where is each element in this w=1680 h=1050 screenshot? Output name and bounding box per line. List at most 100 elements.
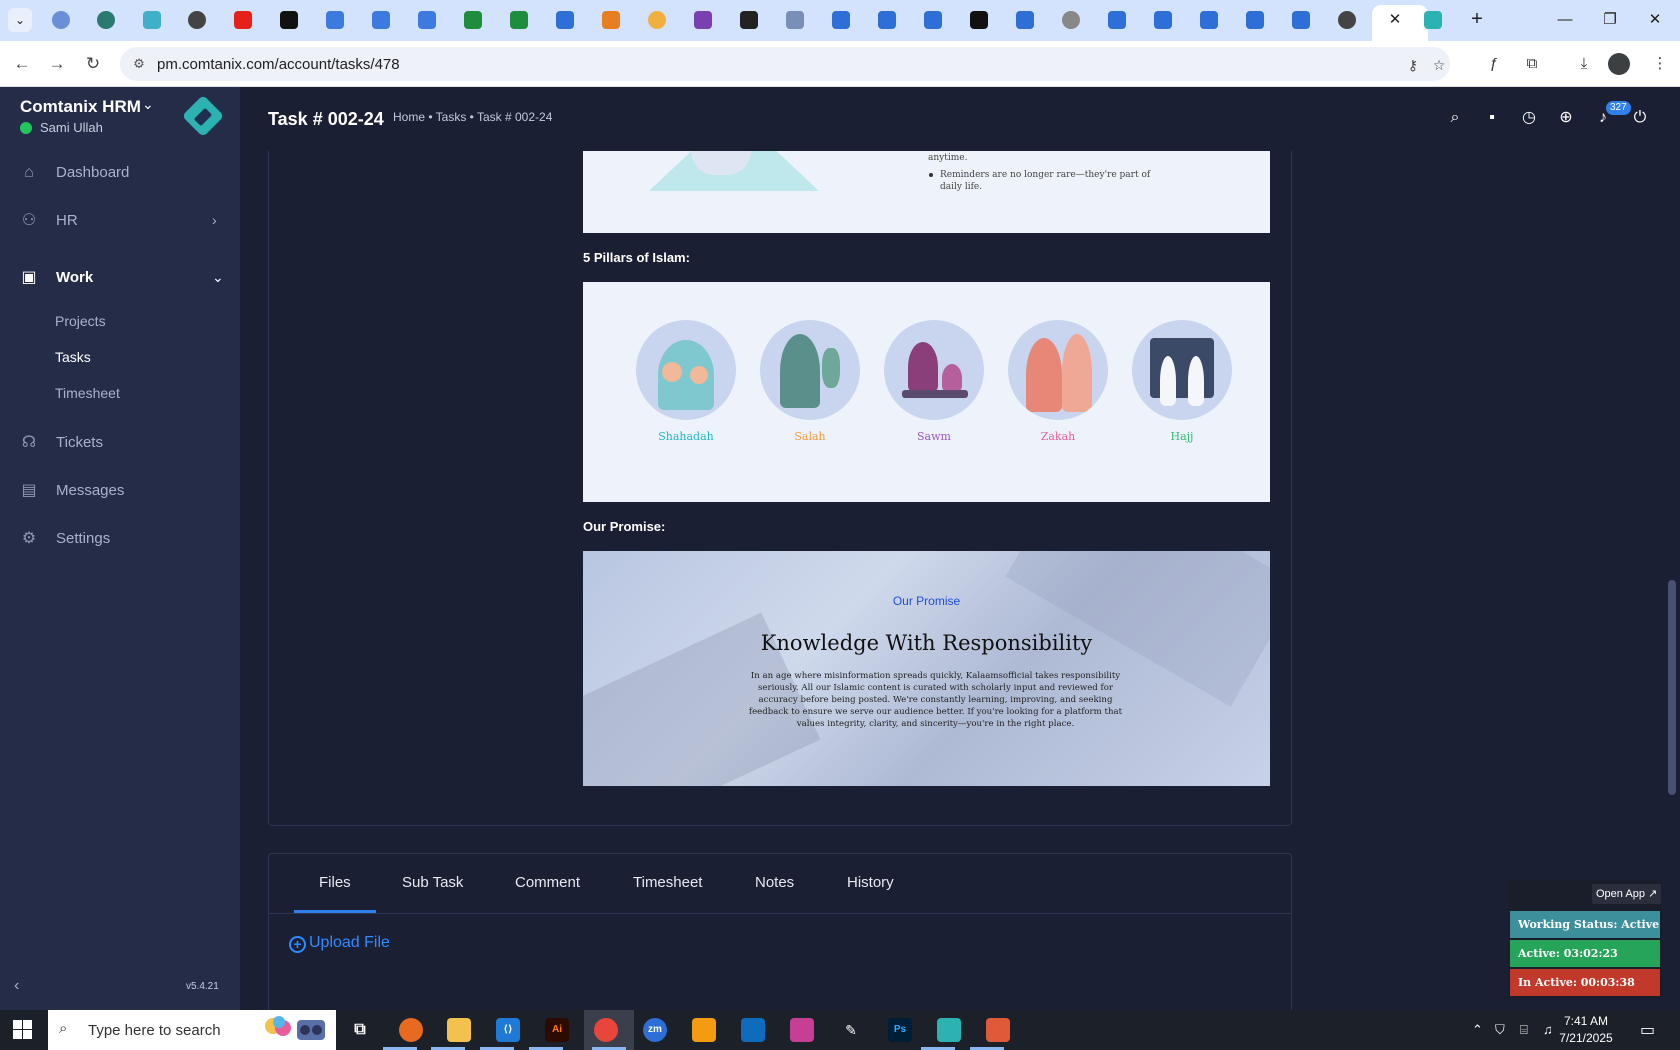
outlook-icon[interactable] (741, 1018, 765, 1042)
tab-favicon[interactable] (878, 11, 896, 29)
sidebar-item-tickets[interactable]: ☊ Tickets (0, 423, 240, 463)
breadcrumb[interactable]: Home • Tasks • Task # 002-24 (393, 110, 552, 124)
tab-sub-task[interactable]: Sub Task (402, 874, 463, 891)
clock-icon[interactable]: ◷ (1518, 107, 1540, 129)
extensions-puzzle-icon[interactable]: ⧉ (1520, 52, 1544, 76)
tab-favicon[interactable] (1424, 11, 1442, 29)
url-text[interactable]: pm.comtanix.com/account/tasks/478 (157, 56, 400, 73)
tab-favicon[interactable] (143, 11, 161, 29)
open-app-button[interactable]: Open App ↗ (1592, 884, 1662, 904)
tab-favicon[interactable] (52, 11, 70, 29)
extension-icon[interactable]: ƒ (1482, 52, 1506, 76)
sidebar-item-settings[interactable]: ⚙ Settings (0, 519, 240, 559)
menu-kebab-icon[interactable]: ⋮ (1648, 52, 1672, 76)
download-icon[interactable]: ⤓ (1572, 52, 1596, 76)
tab-favicon[interactable] (326, 11, 344, 29)
tab-favicon[interactable] (1016, 11, 1034, 29)
page-title: Task # 002-24 (268, 109, 384, 129)
close-window-icon[interactable]: ✕ (1640, 8, 1670, 32)
file-explorer-icon[interactable] (447, 1018, 471, 1042)
sidebar-item-dashboard[interactable]: ⌂ Dashboard (0, 153, 240, 193)
upload-file-button[interactable]: + Upload File (289, 934, 390, 953)
photoshop-icon[interactable]: Ps (888, 1018, 912, 1042)
tab-favicon[interactable] (372, 11, 390, 29)
zoom-icon[interactable]: zm (643, 1018, 667, 1042)
tab-files[interactable]: Files (319, 874, 351, 891)
volume-icon[interactable]: ♫ (1543, 1022, 1553, 1037)
scrollbar-thumb[interactable] (1668, 580, 1676, 795)
windows-start-icon[interactable] (13, 1020, 33, 1040)
pen-tool-icon[interactable]: ✎ (839, 1018, 863, 1042)
snipping-tool-icon[interactable] (986, 1018, 1010, 1042)
tab-favicon[interactable] (602, 11, 620, 29)
tab-favicon[interactable] (1200, 11, 1218, 29)
notification-center-icon[interactable]: ▭ (1640, 1020, 1655, 1040)
tab-favicon[interactable] (510, 11, 528, 29)
tray-security-icon[interactable]: ⛉ (1495, 1022, 1505, 1038)
tab-favicon[interactable] (418, 11, 436, 29)
tab-favicon[interactable] (694, 11, 712, 29)
tab-favicon[interactable] (1246, 11, 1264, 29)
tab-favicon[interactable] (832, 11, 850, 29)
tab-timesheet[interactable]: Timesheet (633, 874, 702, 891)
tab-favicon[interactable] (188, 11, 206, 29)
tab-favicon[interactable] (1292, 11, 1310, 29)
tab-close-icon[interactable]: ✕ (1385, 10, 1405, 30)
sidebar-subitem-projects[interactable]: Projects (55, 313, 106, 329)
firefox-icon[interactable] (399, 1018, 423, 1042)
taskbar-search[interactable]: ⌕ Type here to search (48, 1010, 336, 1050)
profile-avatar[interactable] (1608, 53, 1630, 75)
tab-favicon[interactable] (234, 11, 252, 29)
comtanix-app-icon[interactable] (937, 1018, 961, 1042)
tab-favicon[interactable] (556, 11, 574, 29)
tray-chevron-icon[interactable]: ⌃ (1472, 1022, 1483, 1038)
tab-favicon[interactable] (924, 11, 942, 29)
illustrator-icon[interactable]: Ai (545, 1018, 569, 1042)
search-icon[interactable]: ⌕ (1444, 107, 1466, 129)
tab-favicon[interactable] (786, 11, 804, 29)
sidebar-subitem-tasks[interactable]: Tasks (55, 349, 91, 365)
tab-favicon[interactable] (1108, 11, 1126, 29)
power-icon[interactable]: ⏻ (1629, 107, 1651, 129)
new-tab-button[interactable]: + (1465, 8, 1489, 32)
forward-icon[interactable]: → (44, 51, 70, 77)
creative-cloud-icon[interactable] (790, 1018, 814, 1042)
site-info-icon[interactable]: ⚙ (130, 55, 148, 73)
sidebar-subitem-timesheet[interactable]: Timesheet (55, 385, 120, 401)
reload-icon[interactable]: ↻ (80, 51, 106, 77)
tab-favicon[interactable] (1154, 11, 1172, 29)
tab-comment[interactable]: Comment (515, 874, 580, 891)
network-icon[interactable]: ⌸ (1520, 1022, 1528, 1038)
brand-name[interactable]: Comtanix HRM (20, 97, 141, 117)
back-icon[interactable]: ← (9, 51, 35, 77)
tab-search-button[interactable]: ⌄ (8, 8, 32, 32)
minimize-icon[interactable]: — (1550, 8, 1580, 32)
tab-favicon[interactable] (1062, 11, 1080, 29)
bookmark-star-icon[interactable]: ☆ (1429, 55, 1449, 75)
tab-notes[interactable]: Notes (755, 874, 794, 891)
taskbar-clock-date[interactable]: 7/21/2025 (1556, 1031, 1616, 1045)
sidebar-item-hr[interactable]: ⚇ HR › (0, 201, 240, 241)
tab-favicon[interactable] (740, 11, 758, 29)
tab-history[interactable]: History (847, 874, 894, 891)
tab-favicon[interactable] (970, 11, 988, 29)
xampp-icon[interactable] (692, 1018, 716, 1042)
sticky-note-icon[interactable]: ▪ (1481, 107, 1503, 129)
collapse-sidebar-icon[interactable]: ‹ (14, 977, 19, 995)
chrome-icon[interactable] (594, 1018, 618, 1042)
taskbar-clock-time[interactable]: 7:41 AM (1556, 1014, 1616, 1028)
tab-favicon[interactable] (280, 11, 298, 29)
sidebar-item-messages[interactable]: ▤ Messages (0, 471, 240, 511)
tab-favicon[interactable] (1338, 11, 1356, 29)
vscode-icon[interactable]: ⟨⟩ (496, 1018, 520, 1042)
password-key-icon[interactable]: ⚷ (1403, 55, 1423, 75)
restore-icon[interactable]: ❐ (1595, 8, 1625, 32)
tab-favicon[interactable] (464, 11, 482, 29)
chevron-down-icon[interactable]: ⌄ (142, 96, 154, 113)
task-view-icon[interactable]: ⧉ (348, 1018, 372, 1042)
tab-favicon[interactable] (648, 11, 666, 29)
tab-favicon[interactable] (97, 11, 115, 29)
address-bar[interactable]: ⚙ pm.comtanix.com/account/tasks/478 ⚷ ☆ (120, 47, 1450, 81)
add-circle-icon[interactable]: ⊕ (1555, 107, 1577, 129)
sidebar-item-work[interactable]: ▣ Work ⌄ (0, 258, 240, 298)
